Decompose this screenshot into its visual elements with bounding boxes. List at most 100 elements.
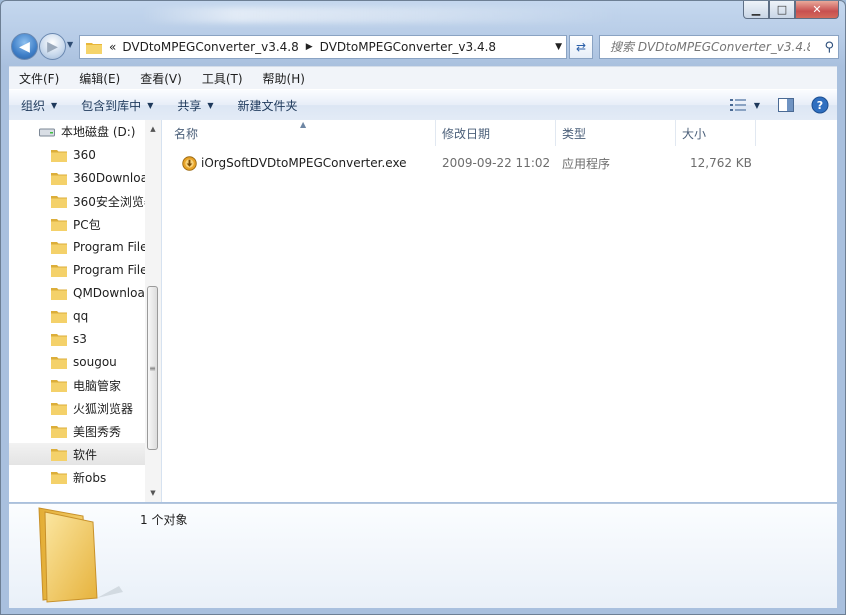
breadcrumb-item-current[interactable]: DVDtoMPEGConverter_v3.4.8 — [320, 40, 496, 54]
details-view-icon — [729, 99, 746, 111]
chevron-down-icon: ▼ — [753, 100, 761, 110]
tree-item[interactable]: Program Files — [9, 259, 149, 281]
address-bar[interactable]: « DVDtoMPEGConverter_v3.4.8 ▶ DVDtoMPEGC… — [79, 35, 567, 59]
tree-item[interactable]: 360 — [9, 144, 149, 166]
new-folder-button[interactable]: 新建文件夹 — [226, 97, 310, 114]
tree-item[interactable]: 火狐浏览器 — [9, 397, 149, 419]
organize-label: 组织 — [21, 98, 46, 113]
hard-drive-icon — [39, 128, 55, 136]
folder-icon — [51, 242, 67, 254]
file-modified: 2009-09-22 11:02 — [442, 156, 551, 170]
column-header-name[interactable]: 名称 — [168, 120, 436, 146]
tree-item-label: 360安全浏览器 — [73, 194, 149, 209]
maximize-button[interactable]: □ — [769, 1, 795, 19]
address-dropdown-icon[interactable]: ▼ — [555, 42, 562, 52]
table-row[interactable]: iOrgSoftDVDtoMPEGConverter.exe 2009-09-2… — [162, 152, 837, 174]
file-list: ▲ 名称 修改日期 类型 大小 iOrgSoftDVDtoMPEGConvert… — [162, 120, 837, 502]
folder-large-icon — [38, 507, 123, 603]
column-type-label: 类型 — [562, 126, 587, 141]
tree-item[interactable]: 新obs — [9, 466, 149, 488]
tree-item[interactable]: qq — [9, 305, 149, 327]
tree-item[interactable]: Program Files — [9, 236, 149, 258]
column-size-label: 大小 — [682, 126, 707, 141]
menu-view[interactable]: 查看(V) — [130, 70, 192, 87]
arrow-left-icon: ◀ — [19, 38, 30, 55]
tree-item[interactable]: s3 — [9, 328, 149, 350]
tree-item[interactable]: 软件 — [9, 443, 149, 465]
folder-icon — [51, 265, 67, 277]
refresh-button[interactable]: ⇄ — [569, 35, 593, 59]
window-title-blurred — [141, 7, 621, 23]
share-button[interactable]: 共享 ▼ — [165, 97, 225, 114]
chevron-down-icon: ▼ — [51, 100, 58, 110]
menu-help[interactable]: 帮助(H) — [253, 70, 315, 87]
preview-pane-button[interactable] — [773, 94, 799, 116]
svg-text:?: ? — [817, 99, 823, 112]
tree-item-label: 新obs — [73, 470, 107, 485]
column-header-modified[interactable]: 修改日期 — [436, 120, 556, 146]
file-type: 应用程序 — [562, 156, 611, 171]
tree-item-label: PC包 — [73, 217, 101, 232]
tree-drive-d[interactable]: 本地磁盘 (D:) — [39, 123, 135, 140]
folder-icon — [51, 472, 67, 484]
scrollbar-thumb[interactable]: ≡ — [147, 286, 158, 450]
explorer-window: ▁ □ ✕ ◀ ▶ ▼ « DVDtoMPEGConverter_v3.4.8 … — [0, 0, 846, 615]
view-options-button[interactable]: ▼ — [725, 94, 765, 116]
toolbar-right: ▼ ? — [721, 90, 837, 120]
tree-item-label: s3 — [73, 332, 87, 346]
tree-item[interactable]: PC包 — [9, 213, 149, 235]
tree-drive-label: 本地磁盘 (D:) — [61, 125, 136, 139]
folder-icon — [51, 196, 67, 208]
tree-item-label: Program Files — [73, 263, 149, 277]
tree-item-label: 美图秀秀 — [73, 424, 122, 439]
content-area: 本地磁盘 (D:) 360 360Download 360安全浏览器 PC包 Progr… — [9, 120, 837, 502]
file-size: 12,762 KB — [690, 156, 752, 170]
folder-icon — [51, 150, 67, 162]
back-button[interactable]: ◀ — [11, 33, 38, 60]
help-button[interactable]: ? — [807, 94, 833, 116]
breadcrumb-item-parent[interactable]: DVDtoMPEGConverter_v3.4.8 — [122, 40, 298, 54]
refresh-icon: ⇄ — [575, 40, 587, 54]
close-button[interactable]: ✕ — [795, 1, 839, 19]
folder-icon — [51, 426, 67, 438]
tree-item[interactable]: 360Download — [9, 167, 149, 189]
search-box[interactable]: ⚲ — [599, 35, 839, 59]
scroll-down-icon[interactable]: ▼ — [145, 486, 161, 500]
menu-file[interactable]: 文件(F) — [9, 70, 69, 87]
new-folder-label: 新建文件夹 — [237, 98, 298, 113]
column-header-type[interactable]: 类型 — [556, 120, 676, 146]
help-icon: ? — [811, 96, 829, 114]
breadcrumb-overflow[interactable]: « — [109, 40, 116, 54]
object-count: 1 个对象 — [140, 513, 188, 527]
folder-icon — [51, 219, 67, 231]
file-name-cell[interactable]: iOrgSoftDVDtoMPEGConverter.exe — [182, 152, 407, 174]
menu-tools[interactable]: 工具(T) — [192, 70, 253, 87]
folder-icon — [51, 380, 67, 392]
tree-item[interactable]: 电脑管家 — [9, 374, 149, 396]
tree-item[interactable]: 美图秀秀 — [9, 420, 149, 442]
folder-icon — [51, 357, 67, 369]
installer-exe-icon — [182, 155, 197, 171]
search-input[interactable] — [608, 39, 812, 55]
tree-item-label: sougou — [73, 355, 117, 369]
recent-pages-dropdown-icon[interactable]: ▼ — [67, 40, 73, 49]
tree-item[interactable]: 360安全浏览器 — [9, 190, 149, 212]
column-header-size[interactable]: 大小 — [676, 120, 756, 146]
tree-item[interactable]: sougou — [9, 351, 149, 373]
forward-button[interactable]: ▶ — [39, 33, 66, 60]
menu-bar: 文件(F) 编辑(E) 查看(V) 工具(T) 帮助(H) — [9, 66, 837, 90]
tree-item-label: QMDownload — [73, 286, 149, 300]
breadcrumb-separator-icon[interactable]: ▶ — [306, 42, 313, 52]
minimize-button[interactable]: ▁ — [743, 1, 769, 19]
column-modified-label: 修改日期 — [442, 126, 491, 141]
include-in-library-label: 包含到库中 — [81, 98, 142, 113]
folder-icon — [86, 42, 102, 54]
command-bar: 组织 ▼ 包含到库中 ▼ 共享 ▼ 新建文件夹 ▼ ? — [9, 89, 837, 121]
tree-item[interactable]: QMDownload — [9, 282, 149, 304]
navigation-pane-scrollbar[interactable]: ▲ ≡ ▼ — [145, 120, 161, 502]
search-icon[interactable]: ⚲ — [824, 40, 834, 55]
menu-edit[interactable]: 编辑(E) — [69, 70, 130, 87]
include-in-library-button[interactable]: 包含到库中 ▼ — [69, 97, 165, 114]
organize-button[interactable]: 组织 ▼ — [9, 97, 69, 114]
scroll-up-icon[interactable]: ▲ — [145, 122, 161, 136]
